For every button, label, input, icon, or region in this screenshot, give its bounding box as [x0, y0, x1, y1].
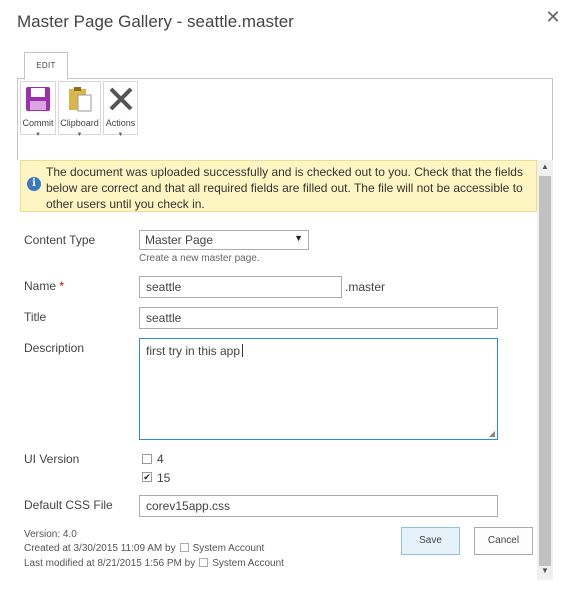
content-type-select[interactable]: Master Page ▼ — [139, 230, 309, 250]
commit-label: Commit — [22, 118, 54, 128]
modified-by-link[interactable]: System Account — [212, 558, 284, 569]
resize-grip-icon[interactable]: ◢ — [489, 429, 495, 438]
delete-icon — [109, 87, 132, 111]
status-text: The document was uploaded successfully a… — [46, 165, 523, 211]
scroll-up-icon[interactable]: ▲ — [537, 162, 553, 174]
dialog-title: Master Page Gallery - seattle.master — [17, 12, 294, 31]
content-type-label: Content Type — [24, 233, 96, 247]
clipboard-label: Clipboard — [60, 118, 99, 128]
info-icon: i — [27, 177, 41, 191]
content-type-helper: Create a new master page. — [139, 253, 260, 264]
vertical-scrollbar[interactable]: ▲ ▼ — [537, 160, 553, 580]
created-info: Created at 3/30/2015 11:09 AM by System A… — [24, 543, 264, 554]
chevron-down-icon: ▼ — [76, 132, 83, 138]
dropdown-arrow-icon: ▼ — [294, 233, 303, 243]
clipboard-button[interactable]: Clipboard ▼ — [58, 81, 101, 138]
title-label: Title — [24, 310, 47, 324]
person-icon — [199, 558, 209, 567]
cancel-button[interactable]: Cancel — [474, 527, 533, 555]
content-type-value: Master Page — [145, 233, 214, 247]
ui-version-15-label: 15 — [157, 471, 171, 485]
description-label: Description — [24, 341, 85, 355]
text-cursor — [242, 344, 244, 357]
close-icon[interactable]: ✕ — [544, 8, 562, 26]
name-input[interactable]: seattle — [139, 276, 342, 298]
scrollbar-thumb[interactable] — [539, 176, 551, 566]
name-label: Name * — [24, 279, 64, 293]
modified-info: Last modified at 8/21/2015 1:56 PM by Sys… — [24, 558, 284, 569]
required-mark: * — [59, 279, 65, 293]
created-by-link[interactable]: System Account — [193, 543, 265, 554]
clipboard-icon — [68, 87, 91, 112]
ui-version-4-label: 4 — [157, 452, 164, 466]
ui-version-15-checkbox[interactable]: ✔ — [142, 472, 152, 482]
chevron-down-icon: ▼ — [35, 132, 41, 138]
ui-version-label: UI Version — [24, 452, 80, 466]
person-icon — [179, 543, 189, 552]
save-icon — [26, 87, 50, 111]
scroll-down-icon[interactable]: ▼ — [537, 566, 553, 578]
description-textarea[interactable]: first try in this app ◢ — [139, 338, 498, 440]
name-suffix: .master — [345, 280, 386, 294]
title-input[interactable]: seattle — [139, 307, 498, 329]
actions-label: Actions — [105, 118, 136, 128]
name-label-text: Name — [24, 279, 57, 293]
description-value: first try in this app — [146, 344, 241, 358]
ribbon-tab-strip: EDIT — [17, 52, 553, 80]
default-css-input[interactable]: corev15app.css — [139, 495, 498, 517]
ui-version-4-checkbox[interactable] — [142, 454, 152, 464]
save-button[interactable]: Save — [401, 527, 460, 555]
modified-text: Last modified at 8/21/2015 1:56 PM by — [24, 558, 196, 569]
ribbon: Commit ▼ Clipboard ▼ Actions ▼ — [17, 79, 553, 160]
actions-button[interactable]: Actions ▼ — [103, 81, 138, 138]
default-css-label: Default CSS File — [24, 498, 113, 512]
version-text: Version: 4.0 — [24, 529, 77, 540]
status-message: i The document was uploaded successfully… — [20, 160, 537, 212]
tab-edit[interactable]: EDIT — [24, 52, 68, 80]
commit-button[interactable]: Commit ▼ — [20, 81, 56, 138]
chevron-down-icon: ▼ — [117, 132, 124, 138]
created-text: Created at 3/30/2015 11:09 AM by — [24, 543, 176, 554]
